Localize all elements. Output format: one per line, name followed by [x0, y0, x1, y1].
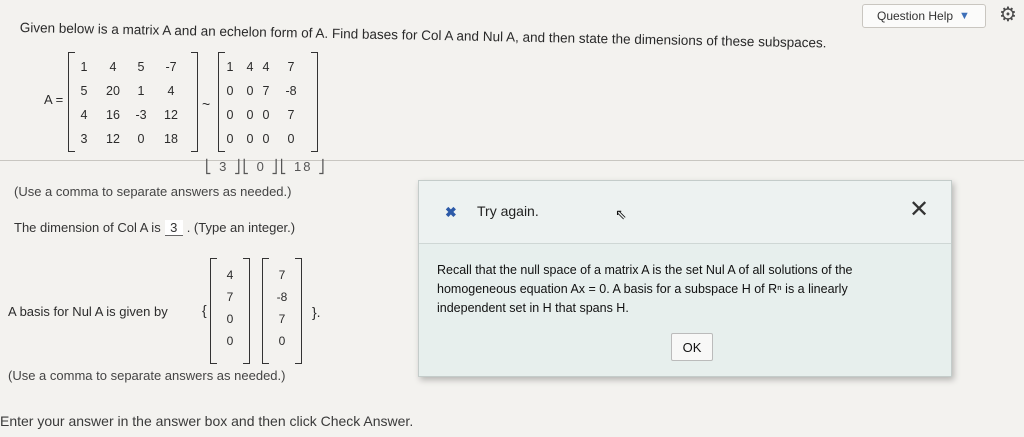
matrix-cell: -3 — [135, 108, 147, 122]
chevron-down-icon: ▼ — [959, 10, 970, 22]
set-brace-close: }. — [312, 304, 321, 320]
matrix-cell: 4 — [80, 108, 88, 122]
matrix-cell: 0 — [226, 132, 234, 146]
matrix-cell: 0 — [246, 132, 254, 146]
row-equivalent-symbol: ~ — [202, 96, 211, 112]
dimension-prefix: The dimension of Col A is — [14, 220, 161, 235]
matrix-a-row: 4 16 -3 12 — [68, 108, 198, 122]
matrix-cell: 0 — [262, 108, 270, 122]
matrix-cell: 0 — [137, 132, 145, 146]
matrix-cell: 7 — [262, 84, 270, 98]
ok-button[interactable]: OK — [671, 333, 713, 361]
matrix-echelon: 1 4 4 7 0 0 7 -8 0 0 0 7 0 0 0 0 — [218, 52, 318, 152]
comma-instruction: (Use a comma to separate answers as need… — [14, 184, 292, 199]
matrix-a-label: A = — [44, 92, 64, 107]
feedback-header: ✖ Try again. ⇖ ✕ — [419, 181, 951, 244]
dimension-suffix: . (Type an integer.) — [186, 220, 296, 235]
dimension-answer-box[interactable]: 3 — [164, 220, 183, 236]
matrix-cell: 0 — [226, 108, 234, 122]
basis-vector-1: 4 7 0 0 — [210, 258, 250, 364]
vector-bracket-right — [243, 258, 250, 364]
matrix-cell: 4 — [167, 84, 175, 98]
gear-icon[interactable]: ⚙ — [997, 4, 1019, 26]
matrix-cell: 7 — [287, 108, 295, 122]
set-brace-open: { — [202, 302, 207, 318]
matrix-cell: -8 — [285, 84, 297, 98]
matrix-cell: 0 — [262, 132, 270, 146]
matrix-cell: 1 — [226, 60, 234, 74]
matrix-cell: -7 — [165, 60, 177, 74]
matrix-cell: 0 — [246, 108, 254, 122]
matrix-echelon-row: 0 0 0 7 — [218, 108, 318, 122]
matrix-cell: 0 — [287, 132, 295, 146]
matrix-a-row: 5 20 1 4 — [68, 84, 198, 98]
matrix-cell: 5 — [137, 60, 145, 74]
vector-bracket-left — [262, 258, 269, 364]
matrix-cell: 18 — [164, 132, 178, 146]
matrix-echelon-row: 1 4 4 7 — [218, 60, 318, 74]
matrix-a: 1 4 5 -7 5 20 1 4 4 16 -3 12 3 12 0 18 — [68, 52, 198, 152]
dimension-statement: The dimension of Col A is 3. (Type an int… — [14, 220, 295, 236]
scrolled-basis-fragment: ⎣ 3 ⎦⎣ 0 ⎦⎣ 18 ⎦ — [205, 159, 327, 174]
vector-bracket-right — [295, 258, 302, 364]
section-divider — [0, 160, 1024, 161]
matrix-cell: 3 — [80, 132, 88, 146]
matrix-cell: 5 — [80, 84, 88, 98]
question-prompt: Given below is a matrix A and an echelon… — [19, 20, 827, 51]
matrix-cell: 4 — [246, 60, 254, 74]
nul-basis-label: A basis for Nul A is given by — [8, 304, 168, 319]
matrix-echelon-row: 0 0 7 -8 — [218, 84, 318, 98]
vector-bracket-left — [210, 258, 217, 364]
matrix-cell: 4 — [262, 60, 270, 74]
comma-instruction-2: (Use a comma to separate answers as need… — [8, 368, 286, 383]
basis-vector-2: 7 -8 7 0 — [262, 258, 302, 364]
matrix-cell: 1 — [137, 84, 145, 98]
footer-instruction: Enter your answer in the answer box and … — [0, 413, 414, 429]
matrix-cell: 4 — [109, 60, 117, 74]
close-icon[interactable]: ✕ — [909, 195, 929, 224]
question-help-button[interactable]: Question Help ▼ — [862, 4, 986, 28]
matrix-cell: 1 — [80, 60, 88, 74]
matrix-cell: 12 — [106, 132, 120, 146]
matrix-cell: 16 — [106, 108, 120, 122]
question-help-label: Question Help — [877, 9, 954, 23]
feedback-status: Try again. — [477, 203, 539, 219]
matrix-a-row: 3 12 0 18 — [68, 132, 198, 146]
matrix-a-row: 1 4 5 -7 — [68, 60, 198, 74]
feedback-message: Recall that the null space of a matrix A… — [437, 263, 853, 315]
feedback-dialog: ✖ Try again. ⇖ ✕ Recall that the null sp… — [418, 180, 952, 377]
matrix-cell: 0 — [246, 84, 254, 98]
matrix-cell: 12 — [164, 108, 178, 122]
x-icon: ✖ — [445, 204, 457, 220]
mouse-pointer-icon: ⇖ — [615, 206, 627, 222]
matrix-cell: 0 — [226, 84, 234, 98]
matrix-cell: 20 — [106, 84, 120, 98]
matrix-cell: 7 — [287, 60, 295, 74]
matrix-echelon-row: 0 0 0 0 — [218, 132, 318, 146]
